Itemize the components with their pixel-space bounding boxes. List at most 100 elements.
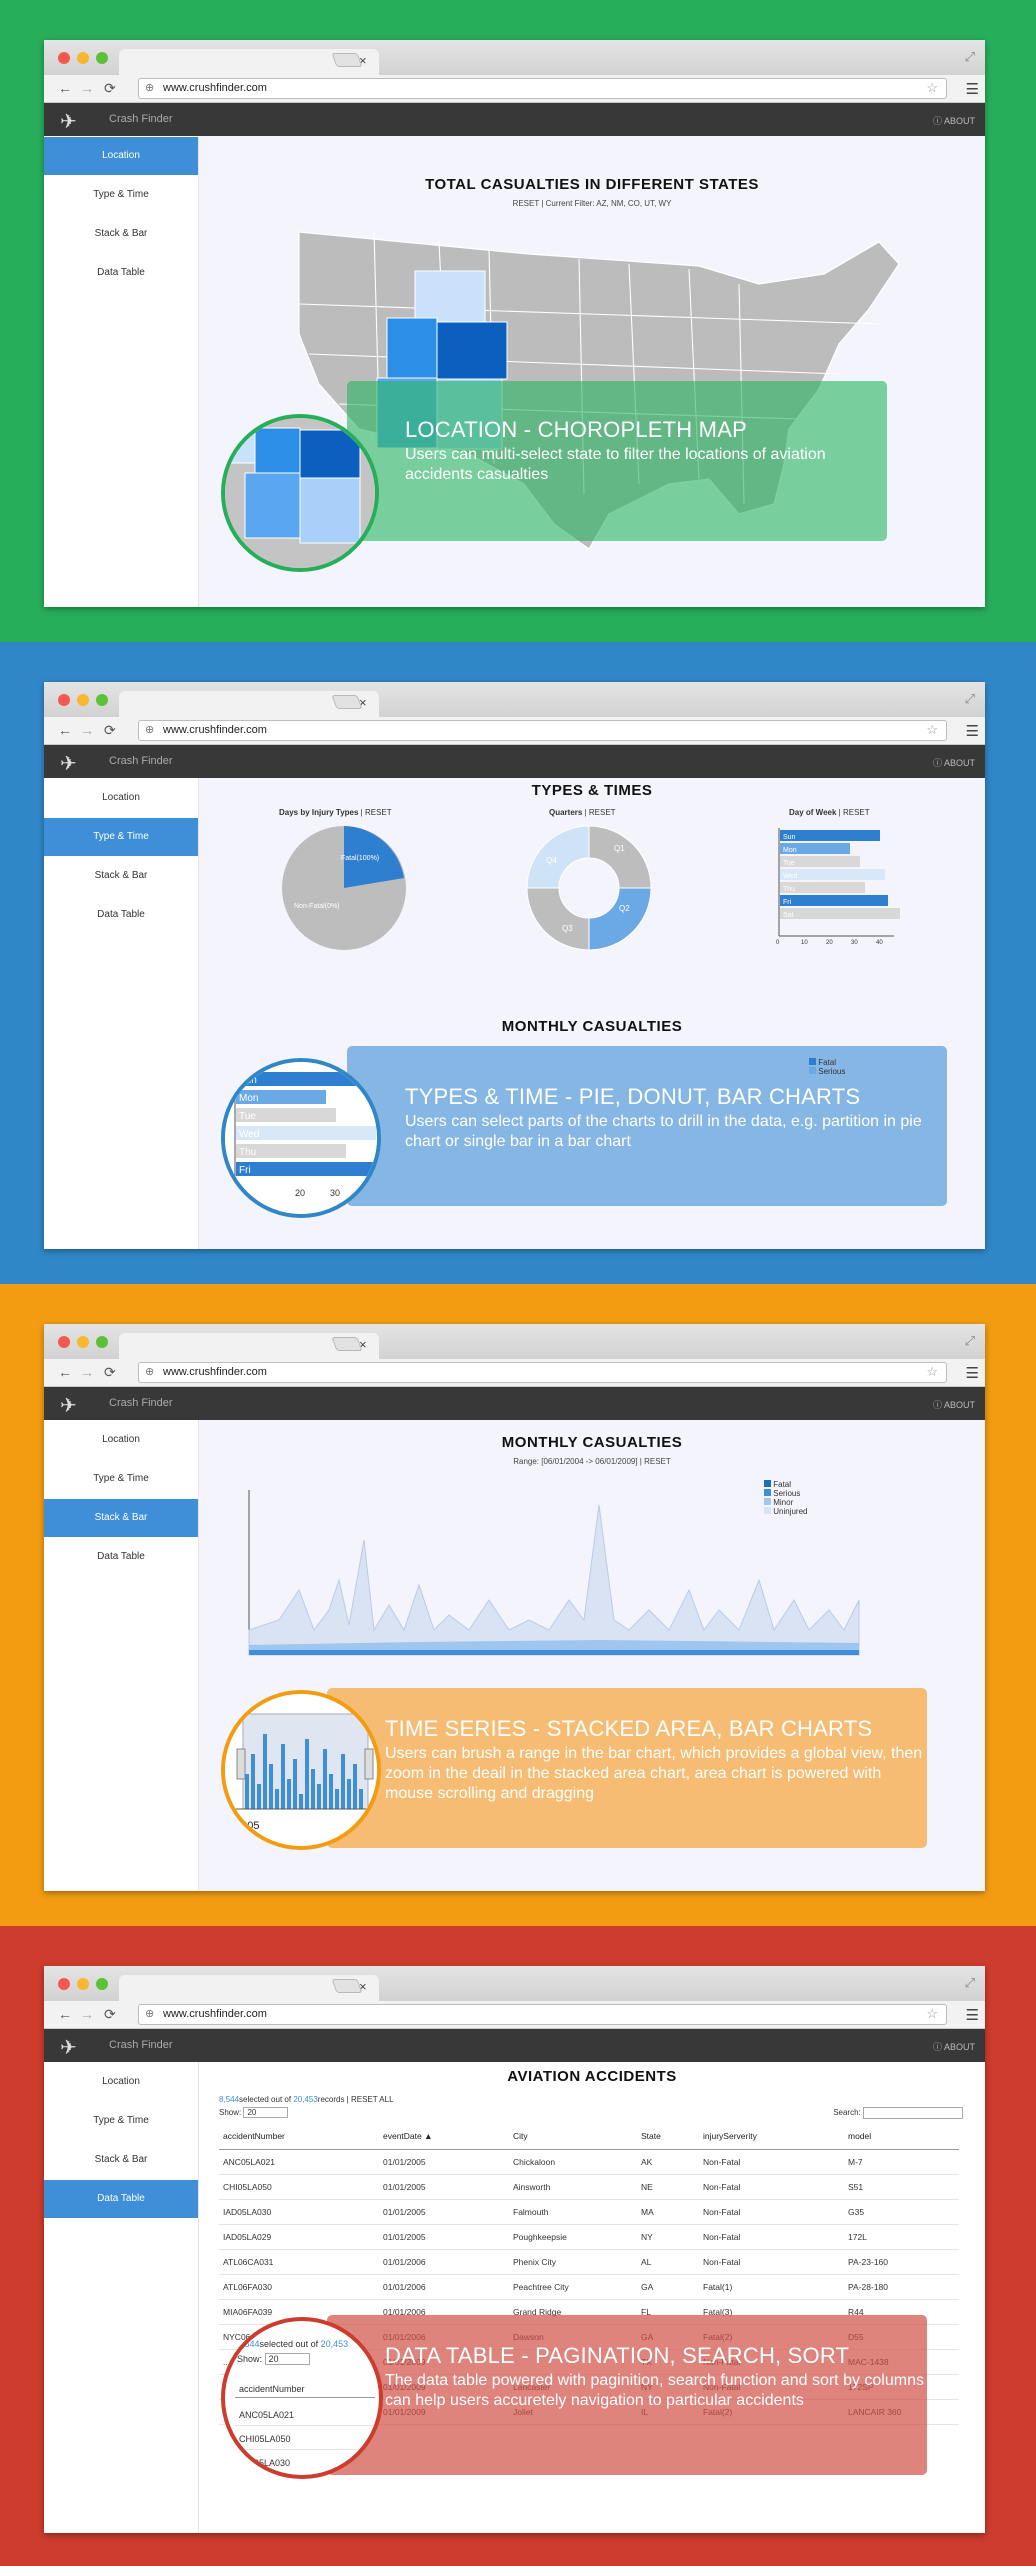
donut-slice-q3[interactable] (526, 887, 590, 951)
col-event-date[interactable]: eventDate ▲ (379, 2124, 509, 2150)
bookmark-star-icon[interactable]: ☆ (926, 1364, 938, 1380)
sidebar-item-type-time[interactable]: Type & Time (44, 176, 198, 214)
minimize-window-button[interactable] (77, 1336, 89, 1348)
donut-slice-q1[interactable] (588, 825, 652, 889)
sidebar-item-location[interactable]: Location (44, 1421, 198, 1459)
menu-icon[interactable]: ☰ (966, 1364, 979, 1382)
sidebar-item-stack-bar[interactable]: Stack & Bar (44, 1499, 198, 1537)
table-row[interactable]: IAD05LA029 01/01/2005 Poughkeepsie NY Non-Fa… (219, 2224, 959, 2250)
col-injury-severity[interactable]: injuryServerity (699, 2124, 844, 2150)
new-tab-button[interactable] (331, 53, 363, 67)
minimize-window-button[interactable] (77, 694, 89, 706)
bookmark-star-icon[interactable]: ☆ (926, 80, 938, 96)
back-icon[interactable]: ← (58, 2006, 72, 2022)
mag-col-header[interactable]: accidentNumber (235, 2381, 375, 2398)
quarters-donut-chart[interactable]: Q1 Q2 Q3 Q4 (524, 823, 654, 953)
total-count: 20,453 (293, 2095, 318, 2104)
bookmark-star-icon[interactable]: ☆ (926, 722, 938, 738)
reload-icon[interactable]: ⟳ (104, 80, 116, 97)
reset-all-link[interactable]: records | RESET ALL (318, 2095, 394, 2104)
col-city[interactable]: City (509, 2124, 637, 2150)
new-tab-button[interactable] (331, 1979, 363, 1993)
col-model[interactable]: model (844, 2124, 959, 2150)
about-link[interactable]: ⓘ ABOUT (933, 2040, 975, 2053)
area-fatal[interactable] (249, 1650, 859, 1655)
sidebar-item-stack-bar[interactable]: Stack & Bar (44, 857, 198, 895)
menu-icon[interactable]: ☰ (966, 2006, 979, 2024)
quarters-reset-link[interactable]: | RESET (585, 808, 616, 817)
col-accident-number[interactable]: accidentNumber (219, 2124, 379, 2150)
donut-slice-q4[interactable] (526, 825, 590, 889)
sidebar-item-location[interactable]: Location (44, 779, 198, 817)
new-tab-button[interactable] (331, 695, 363, 709)
fullscreen-icon[interactable]: ⤢ (965, 691, 975, 707)
url-input[interactable]: ⊕ www.crushfinder.com ☆ (138, 2004, 947, 2025)
fullscreen-icon[interactable]: ⤢ (965, 1333, 975, 1349)
sidebar-item-location[interactable]: Location (44, 2063, 198, 2101)
table-row[interactable]: IAD05LA030 01/01/2005 Falmouth MA Non-Fatal G… (219, 2199, 959, 2225)
forward-icon[interactable]: → (80, 2006, 94, 2022)
sidebar-item-data-table[interactable]: Data Table (44, 2180, 198, 2218)
search-input[interactable] (863, 2107, 963, 2119)
sidebar-item-type-time[interactable]: Type & Time (44, 818, 198, 856)
dow-bar-fri[interactable] (780, 895, 888, 906)
maximize-window-button[interactable] (96, 52, 108, 64)
url-input[interactable]: ⊕ www.crushfinder.com ☆ (138, 720, 947, 741)
new-tab-button[interactable] (331, 1337, 363, 1351)
about-link[interactable]: ⓘ ABOUT (933, 114, 975, 127)
back-icon[interactable]: ← (58, 80, 72, 96)
forward-icon[interactable]: → (80, 722, 94, 738)
dow-bar-sat[interactable] (780, 908, 900, 919)
band-data-table: × ⤢ ← → ⟳ ⊕ www.crushfinder.com ☆ ☰ ✈ Cras… (0, 1926, 1036, 2566)
table-row[interactable]: ATL06FA030 01/01/2006 Peachtree City GA Fata… (219, 2274, 959, 2300)
menu-icon[interactable]: ☰ (966, 80, 979, 98)
minimize-window-button[interactable] (77, 1978, 89, 1990)
state-co[interactable] (436, 321, 508, 380)
menu-icon[interactable]: ☰ (966, 722, 979, 740)
sidebar-item-data-table[interactable]: Data Table (44, 896, 198, 934)
fullscreen-icon[interactable]: ⤢ (965, 49, 975, 65)
table-row[interactable]: ATL06CA031 01/01/2006 Phenix City AL Non-Fat… (219, 2249, 959, 2275)
table-row[interactable]: CHI05LA050 01/01/2005 Ainsworth NE Non-Fatal… (219, 2174, 959, 2200)
close-window-button[interactable] (58, 694, 70, 706)
area-uninjured[interactable] (248, 1504, 860, 1656)
page-size-select[interactable]: 20 (243, 2107, 289, 2118)
back-icon[interactable]: ← (58, 722, 72, 738)
day-of-week-bar-chart[interactable]: Sun Mon Tue Wed Thu Fri Sat 0 10 20 30 4… (774, 826, 904, 946)
sidebar-item-location[interactable]: Location (44, 137, 198, 175)
dow-reset-link[interactable]: | RESET (839, 808, 870, 817)
col-state[interactable]: State (637, 2124, 699, 2150)
back-icon[interactable]: ← (58, 1364, 72, 1380)
about-link[interactable]: ⓘ ABOUT (933, 1398, 975, 1411)
mag-page-size-select[interactable]: 20 (264, 2353, 310, 2365)
close-window-button[interactable] (58, 1978, 70, 1990)
url-input[interactable]: ⊕ www.crushfinder.com ☆ (138, 78, 947, 99)
injury-type-pie-chart[interactable]: Fatal(100%) Non-Fatal(0%) (279, 823, 409, 953)
state-ut[interactable] (386, 317, 438, 379)
sidebar-item-data-table[interactable]: Data Table (44, 1538, 198, 1576)
pie-reset-link[interactable]: | RESET (361, 808, 392, 817)
sidebar-item-stack-bar[interactable]: Stack & Bar (44, 215, 198, 253)
maximize-window-button[interactable] (96, 1336, 108, 1348)
reload-icon[interactable]: ⟳ (104, 2006, 116, 2023)
bookmark-star-icon[interactable]: ☆ (926, 2006, 938, 2022)
minimize-window-button[interactable] (77, 52, 89, 64)
donut-slice-q2[interactable] (588, 887, 652, 951)
fullscreen-icon[interactable]: ⤢ (965, 1975, 975, 1991)
table-row[interactable]: ANC05LA021 01/01/2005 Chickaloon AK Non-Fata… (219, 2149, 959, 2175)
forward-icon[interactable]: → (80, 1364, 94, 1380)
sidebar-item-type-time[interactable]: Type & Time (44, 2102, 198, 2140)
sidebar-item-type-time[interactable]: Type & Time (44, 1460, 198, 1498)
sidebar-item-data-table[interactable]: Data Table (44, 254, 198, 292)
reload-icon[interactable]: ⟳ (104, 722, 116, 739)
close-window-button[interactable] (58, 52, 70, 64)
about-link[interactable]: ⓘ ABOUT (933, 756, 975, 769)
reset-link[interactable]: RESET (513, 199, 540, 208)
sidebar-item-stack-bar[interactable]: Stack & Bar (44, 2141, 198, 2179)
maximize-window-button[interactable] (96, 1978, 108, 1990)
url-input[interactable]: ⊕ www.crushfinder.com ☆ (138, 1362, 947, 1383)
reload-icon[interactable]: ⟳ (104, 1364, 116, 1381)
close-window-button[interactable] (58, 1336, 70, 1348)
forward-icon[interactable]: → (80, 80, 94, 96)
maximize-window-button[interactable] (96, 694, 108, 706)
